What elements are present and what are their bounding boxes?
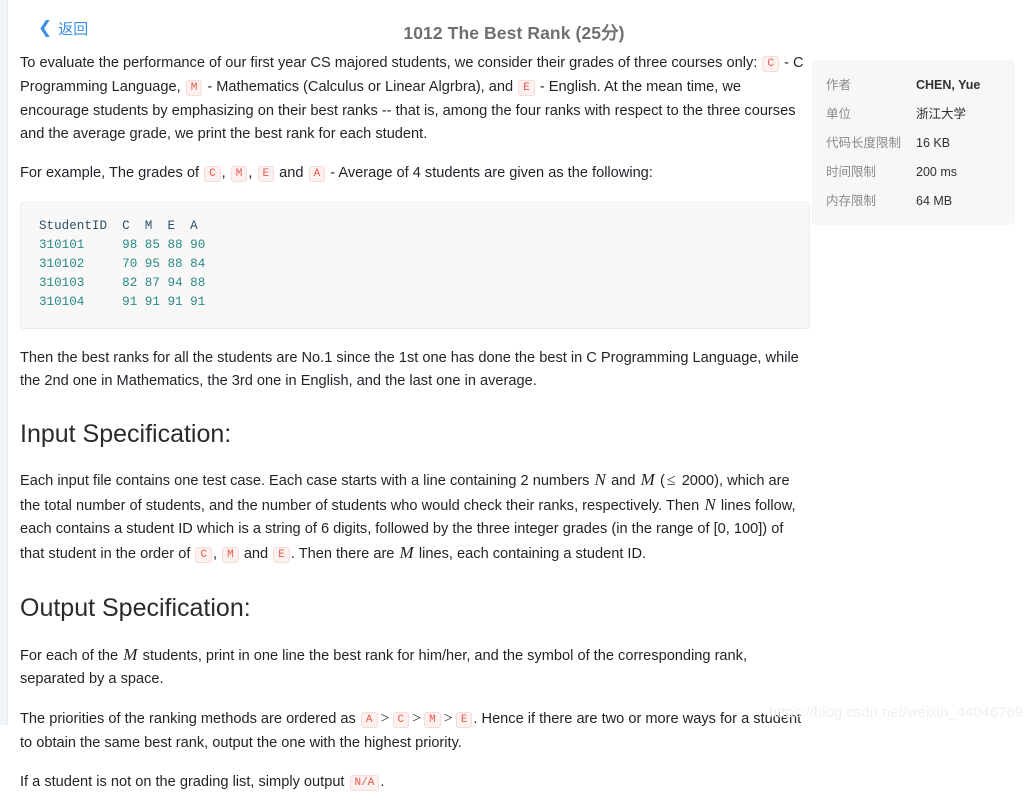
- code-badge-e: E: [518, 80, 535, 96]
- page-title: 1012 The Best Rank (25分): [403, 23, 625, 43]
- code-badge-c: C: [204, 166, 221, 182]
- problem-info-panel: 作者 CHEN, Yue 单位 浙江大学 代码长度限制 16 KB 时间限制 2…: [812, 60, 1015, 225]
- code-row: 310101 98 85 88 90: [39, 238, 206, 252]
- paragraph-example-intro: For example, The grades of C, M, E and A…: [20, 162, 810, 186]
- paragraph-output-spec: For each of the M students, print in one…: [20, 643, 810, 691]
- info-label-code-length-limit: 代码长度限制: [826, 136, 902, 150]
- problem-page: ❮ 返回 1012 The Best Rank (25分) 作者 CHEN, Y…: [9, 0, 1027, 791]
- text-fragment: lines, each containing a student ID.: [414, 546, 647, 563]
- math-var-m: M: [640, 470, 655, 490]
- info-value-time-limit: 200 ms: [916, 165, 957, 179]
- info-label-time-limit: 时间限制: [826, 165, 877, 179]
- math-rel-gt: >: [380, 709, 390, 727]
- text-fragment: The priorities of the ranking methods ar…: [20, 710, 360, 727]
- text-fragment: ,: [221, 165, 230, 181]
- info-value-memory-limit: 64 MB: [916, 194, 953, 208]
- info-row-organization: 单位 浙江大学: [812, 103, 1015, 122]
- sample-grades-code-block: StudentID C M E A 310101 98 85 88 90 310…: [20, 202, 810, 329]
- info-value-organization: 浙江大学: [916, 107, 967, 121]
- math-var-n: N: [704, 495, 716, 515]
- text-fragment: .: [380, 773, 385, 790]
- code-badge-e: E: [455, 711, 473, 728]
- text-fragment: ,: [248, 165, 257, 181]
- left-page-gutter: [0, 0, 8, 725]
- text-fragment: ,: [213, 546, 222, 563]
- math-var-m: M: [123, 644, 138, 664]
- page-header: ❮ 返回 1012 The Best Rank (25分): [9, 0, 1027, 52]
- code-badge-c: C: [392, 711, 410, 728]
- output-specification-heading: Output Specification:: [20, 594, 251, 623]
- info-row-memory-limit: 内存限制 64 MB: [812, 190, 1015, 209]
- text-fragment: For example, The grades of: [20, 165, 204, 181]
- code-badge-m: M: [424, 711, 441, 728]
- info-value-code-length-limit: 16 KB: [916, 136, 951, 150]
- text-fragment: To evaluate the performance of our first…: [20, 55, 762, 71]
- text-fragment: . Then there are: [290, 546, 399, 563]
- info-row-code-length-limit: 代码长度限制 16 KB: [812, 132, 1015, 151]
- paragraph-not-on-list: If a student is not on the grading list,…: [20, 771, 810, 795]
- info-label-organization: 单位: [826, 107, 852, 121]
- text-fragment: and: [607, 473, 640, 490]
- code-badge-e: E: [257, 166, 275, 182]
- paragraph-priorities: The priorities of the ranking methods ar…: [20, 707, 810, 755]
- code-badge-e: E: [273, 547, 290, 564]
- text-fragment: If a student is not on the grading list,…: [20, 773, 349, 790]
- info-row-author: 作者 CHEN, Yue: [812, 74, 1015, 93]
- code-row: 310103 82 87 94 88: [39, 276, 206, 290]
- text-fragment: - Average of 4 students are given as the…: [326, 165, 653, 181]
- code-badge-m: M: [230, 166, 248, 182]
- code-header-line: StudentID C M E A: [39, 219, 198, 233]
- text-fragment: Each input file contains one test case. …: [20, 473, 594, 490]
- math-var-n: N: [594, 470, 607, 490]
- text-fragment: and: [275, 165, 308, 181]
- code-row: 310104 91 91 91 91: [39, 295, 206, 309]
- info-label-author: 作者: [826, 78, 852, 92]
- info-row-time-limit: 时间限制 200 ms: [812, 161, 1015, 180]
- info-value-author: CHEN, Yue: [916, 78, 981, 92]
- input-specification-heading: Input Specification:: [20, 420, 232, 448]
- code-row: 310102 70 95 88 84: [39, 257, 206, 271]
- math-rel-gt: >: [412, 709, 422, 727]
- text-fragment: and: [239, 546, 273, 563]
- code-badge-m: M: [222, 547, 239, 564]
- problem-description: To evaluate the performance of our first…: [20, 52, 810, 811]
- code-badge-a: A: [360, 711, 378, 728]
- text-fragment: - Mathematics (Calculus or Linear Algrbr…: [203, 79, 518, 95]
- text-fragment: (: [655, 473, 665, 490]
- code-badge-c: C: [762, 56, 780, 72]
- paragraph-intro: To evaluate the performance of our first…: [20, 52, 810, 146]
- info-label-memory-limit: 内存限制: [826, 194, 877, 208]
- code-badge-c: C: [195, 547, 213, 564]
- math-var-m: M: [399, 543, 414, 563]
- code-badge-na: N/A: [349, 774, 380, 791]
- math-rel-leq: ≤: [666, 472, 676, 490]
- paragraph-input-spec: Each input file contains one test case. …: [20, 468, 810, 567]
- code-badge-m: M: [185, 80, 203, 96]
- math-rel-gt: >: [443, 709, 453, 727]
- paragraph-example-explanation: Then the best ranks for all the students…: [20, 350, 799, 389]
- code-badge-a: A: [308, 166, 326, 182]
- text-fragment: For each of the: [20, 647, 123, 664]
- watermark: https://blog.csdn.net/weixin_44046769: [768, 705, 1023, 721]
